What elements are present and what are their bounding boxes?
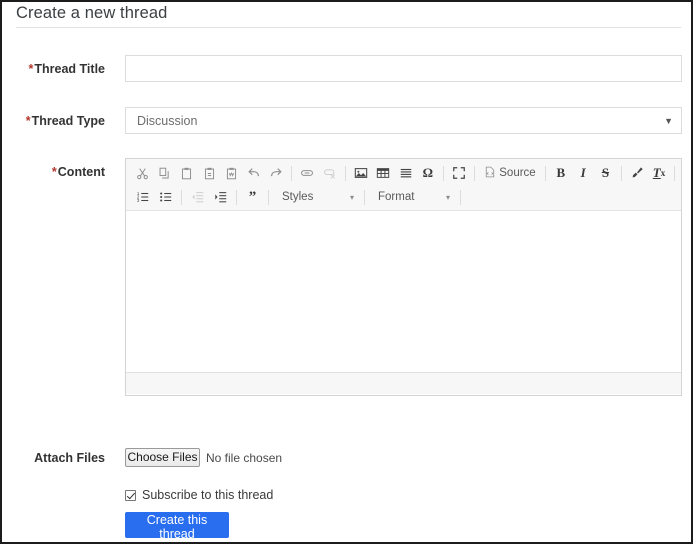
toolbar-separator xyxy=(181,189,182,205)
horizontal-rule-icon[interactable] xyxy=(395,163,415,184)
numbered-list-icon[interactable]: 1 2 3 xyxy=(132,187,153,208)
cut-icon[interactable] xyxy=(132,163,152,184)
copy-icon[interactable] xyxy=(154,163,174,184)
chevron-down-icon: ▾ xyxy=(349,192,354,202)
toolbar-separator xyxy=(344,165,346,181)
required-marker: * xyxy=(51,165,57,179)
toolbar-separator xyxy=(674,165,676,181)
unlink-icon[interactable] xyxy=(319,163,339,184)
required-marker: * xyxy=(25,114,31,128)
required-marker: * xyxy=(28,62,34,76)
toolbar-separator xyxy=(291,165,293,181)
page-title: Create a new thread xyxy=(16,4,168,22)
source-button[interactable]: Source xyxy=(480,163,539,183)
link-icon[interactable] xyxy=(297,163,317,184)
toolbar-separator xyxy=(364,189,365,205)
copy-formatting-icon[interactable] xyxy=(627,163,647,184)
toolbar-separator xyxy=(443,165,444,181)
svg-text:3: 3 xyxy=(136,198,139,203)
format-dropdown[interactable]: Format ▾ xyxy=(370,187,455,207)
thread-type-label-text: Thread Type xyxy=(31,114,105,128)
toolbar-separator xyxy=(620,165,622,181)
thread-title-input[interactable] xyxy=(125,55,682,82)
attach-files-label: Attach Files xyxy=(34,451,105,465)
content-editable-area[interactable] xyxy=(126,211,681,372)
italic-icon[interactable]: I xyxy=(573,163,593,184)
source-document-icon xyxy=(484,166,496,181)
thread-title-label-text: Thread Title xyxy=(34,62,105,76)
title-divider xyxy=(16,27,681,28)
redo-icon[interactable] xyxy=(266,163,286,184)
styles-dropdown[interactable]: Styles ▾ xyxy=(274,187,359,207)
undo-icon[interactable] xyxy=(244,163,264,184)
choose-files-button[interactable]: Choose Files xyxy=(125,448,200,467)
increase-indent-icon[interactable] xyxy=(210,187,231,208)
chevron-down-icon: ▾ xyxy=(445,192,450,202)
thread-type-selected-value: Discussion xyxy=(137,114,198,128)
toolbar-separator xyxy=(268,189,269,205)
toolbar-separator xyxy=(474,165,476,181)
source-button-label: Source xyxy=(499,167,536,179)
thread-type-select[interactable]: Discussion ▼ xyxy=(125,107,682,134)
toolbar-separator xyxy=(544,165,546,181)
chevron-down-icon: ▼ xyxy=(664,116,673,126)
create-thread-button[interactable]: Create this thread xyxy=(125,512,229,541)
styles-dropdown-label: Styles xyxy=(282,191,314,203)
subscribe-checkbox-row[interactable]: Subscribe to this thread xyxy=(125,488,273,502)
bulleted-list-icon[interactable] xyxy=(155,187,176,208)
editor-toolbar: Ω Source B I S T x 1 2 3 ” Styles ▾ Form… xyxy=(126,159,681,211)
file-status-text: No file chosen xyxy=(206,451,283,465)
thread-title-label: *Thread Title xyxy=(2,62,106,76)
thread-type-label: *Thread Type xyxy=(2,114,105,128)
content-label: *Content xyxy=(2,165,105,179)
paste-icon[interactable] xyxy=(177,163,197,184)
toolbar-separator xyxy=(460,189,461,205)
subscribe-checkbox-label: Subscribe to this thread xyxy=(142,488,274,502)
image-icon[interactable] xyxy=(351,163,371,184)
paste-as-plain-text-icon[interactable] xyxy=(199,163,219,184)
decrease-indent-icon[interactable] xyxy=(187,187,208,208)
table-icon[interactable] xyxy=(373,163,393,184)
remove-format-icon[interactable]: Tx xyxy=(649,163,669,184)
thread-create-page: Create a new thread *Thread Title *Threa… xyxy=(0,0,693,544)
bold-icon[interactable]: B xyxy=(551,163,571,184)
editor-elements-path xyxy=(126,372,681,394)
strikethrough-icon[interactable]: S xyxy=(595,163,615,184)
content-label-text: Content xyxy=(57,165,105,179)
paste-from-word-icon[interactable] xyxy=(221,163,241,184)
maximize-icon[interactable] xyxy=(449,163,469,184)
toolbar-separator xyxy=(236,189,237,205)
special-character-icon[interactable]: Ω xyxy=(418,163,438,184)
blockquote-icon[interactable]: ” xyxy=(242,187,263,208)
format-dropdown-label: Format xyxy=(378,191,415,203)
rich-text-editor: Ω Source B I S T x 1 2 3 ” Styles ▾ Form… xyxy=(125,158,682,396)
toolbar-row-2: 1 2 3 ” Styles ▾ Format ▾ xyxy=(128,185,679,209)
subscribe-checkbox[interactable] xyxy=(125,489,136,501)
toolbar-row-1: Ω Source B I S T x xyxy=(128,161,679,185)
